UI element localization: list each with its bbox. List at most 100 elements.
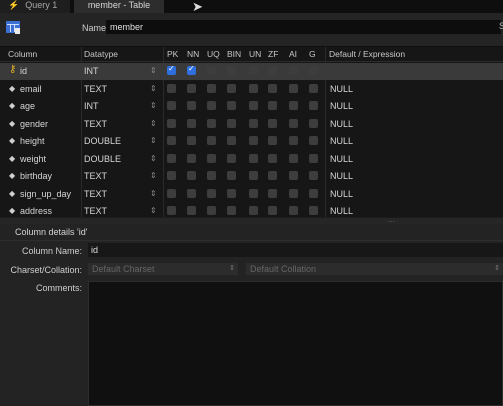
g-checkbox[interactable]: [309, 206, 318, 215]
pk-checkbox[interactable]: [167, 188, 176, 198]
ai-checkbox[interactable]: [289, 206, 298, 215]
datatype-cell[interactable]: INT: [84, 66, 99, 76]
g-checkbox[interactable]: [309, 118, 318, 128]
uq-checkbox[interactable]: [207, 83, 216, 93]
g-checkbox[interactable]: [309, 171, 318, 180]
g-checkbox[interactable]: [309, 153, 318, 163]
ai-checkbox[interactable]: [289, 83, 298, 93]
default-expression-cell[interactable]: NULL: [330, 101, 353, 111]
pk-checkbox[interactable]: [167, 171, 176, 180]
pk-checkbox[interactable]: [167, 101, 176, 110]
uq-checkbox[interactable]: [207, 66, 216, 75]
table-row[interactable]: ◆ gender TEXT ⇕ NULL: [0, 116, 503, 133]
bin-checkbox[interactable]: [227, 188, 236, 198]
datatype-cell[interactable]: TEXT: [84, 189, 107, 199]
column-header-g[interactable]: G: [309, 49, 316, 59]
default-expression-cell[interactable]: NULL: [330, 84, 353, 94]
nn-checkbox[interactable]: [187, 83, 196, 93]
column-header-ai[interactable]: AI: [289, 49, 297, 59]
tab-member-table[interactable]: member - Table: [74, 0, 164, 13]
zf-checkbox[interactable]: [268, 66, 277, 75]
pk-checkbox[interactable]: [167, 153, 176, 163]
updown-chevron-icon[interactable]: ⇕: [150, 119, 157, 128]
bin-checkbox[interactable]: [227, 66, 236, 75]
un-checkbox[interactable]: [249, 188, 258, 198]
datatype-cell[interactable]: DOUBLE: [84, 154, 121, 164]
nn-checkbox[interactable]: [187, 101, 196, 110]
ai-checkbox[interactable]: [289, 188, 298, 198]
column-name-cell[interactable]: gender: [20, 119, 48, 129]
column-name-cell[interactable]: address: [20, 206, 52, 216]
default-expression-cell[interactable]: NULL: [330, 136, 353, 146]
un-checkbox[interactable]: [249, 171, 258, 180]
column-header-nn[interactable]: NN: [187, 49, 199, 59]
bin-checkbox[interactable]: [227, 206, 236, 215]
table-row[interactable]: ◆ weight DOUBLE ⇕ NULL: [0, 151, 503, 168]
comments-textarea[interactable]: [88, 281, 503, 406]
uq-checkbox[interactable]: [207, 206, 216, 215]
un-checkbox[interactable]: [249, 118, 258, 128]
table-row[interactable]: ◆ sign_up_day TEXT ⇕ NULL: [0, 186, 503, 203]
zf-checkbox[interactable]: [268, 136, 277, 145]
un-checkbox[interactable]: [249, 83, 258, 93]
pk-checkbox[interactable]: [167, 206, 176, 215]
column-header-un[interactable]: UN: [249, 49, 261, 59]
column-name-cell[interactable]: id: [20, 66, 27, 76]
nn-checkbox[interactable]: [187, 64, 196, 75]
table-row[interactable]: ◆ height DOUBLE ⇕ NULL: [0, 133, 503, 150]
nn-checkbox[interactable]: [187, 136, 196, 145]
column-header-default[interactable]: Default / Expression: [329, 49, 405, 59]
column-header-zf[interactable]: ZF: [268, 49, 278, 59]
default-expression-cell[interactable]: NULL: [330, 119, 353, 129]
bin-checkbox[interactable]: [227, 153, 236, 163]
zf-checkbox[interactable]: [268, 153, 277, 163]
uq-checkbox[interactable]: [207, 101, 216, 110]
g-checkbox[interactable]: [309, 188, 318, 198]
un-checkbox[interactable]: [249, 136, 258, 145]
un-checkbox[interactable]: [249, 66, 258, 75]
zf-checkbox[interactable]: [268, 188, 277, 198]
g-checkbox[interactable]: [309, 136, 318, 145]
table-name-input[interactable]: member: [106, 20, 501, 34]
datatype-cell[interactable]: DOUBLE: [84, 136, 121, 146]
uq-checkbox[interactable]: [207, 188, 216, 198]
g-checkbox[interactable]: [309, 101, 318, 110]
column-name-cell[interactable]: weight: [20, 154, 46, 164]
updown-chevron-icon[interactable]: ⇕: [150, 84, 157, 93]
datatype-cell[interactable]: INT: [84, 101, 99, 111]
charset-select[interactable]: Default Charset ⇕: [88, 263, 238, 275]
datatype-cell[interactable]: TEXT: [84, 171, 107, 181]
ai-checkbox[interactable]: [289, 153, 298, 163]
pk-checkbox[interactable]: [167, 118, 176, 128]
column-header-pk[interactable]: PK: [167, 49, 178, 59]
default-expression-cell[interactable]: NULL: [330, 154, 353, 164]
uq-checkbox[interactable]: [207, 118, 216, 128]
column-name-cell[interactable]: age: [20, 101, 35, 111]
pk-checkbox[interactable]: [167, 83, 176, 93]
updown-chevron-icon[interactable]: ⇕: [150, 171, 157, 180]
updown-chevron-icon[interactable]: ⇕: [150, 66, 157, 75]
column-name-cell[interactable]: height: [20, 136, 45, 146]
un-checkbox[interactable]: [249, 206, 258, 215]
zf-checkbox[interactable]: [268, 101, 277, 110]
zf-checkbox[interactable]: [268, 118, 277, 128]
ai-checkbox[interactable]: [289, 118, 298, 128]
bin-checkbox[interactable]: [227, 136, 236, 145]
default-expression-cell[interactable]: NULL: [330, 189, 353, 199]
updown-chevron-icon[interactable]: ⇕: [150, 136, 157, 145]
bin-checkbox[interactable]: [227, 83, 236, 93]
uq-checkbox[interactable]: [207, 136, 216, 145]
table-row[interactable]: ◆ email TEXT ⇕ NULL: [0, 81, 503, 98]
pk-checkbox[interactable]: [167, 64, 176, 75]
nn-checkbox[interactable]: [187, 188, 196, 198]
table-row[interactable]: ◆ age INT ⇕ NULL: [0, 98, 503, 115]
updown-chevron-icon[interactable]: ⇕: [150, 154, 157, 163]
zf-checkbox[interactable]: [268, 171, 277, 180]
column-name-input[interactable]: id: [88, 243, 503, 257]
nn-checkbox[interactable]: [187, 118, 196, 128]
updown-chevron-icon[interactable]: ⇕: [150, 206, 157, 215]
ai-checkbox[interactable]: [289, 171, 298, 180]
column-header-datatype[interactable]: Datatype: [84, 49, 118, 59]
column-header-column[interactable]: Column: [8, 49, 37, 59]
column-header-bin[interactable]: BIN: [227, 49, 241, 59]
